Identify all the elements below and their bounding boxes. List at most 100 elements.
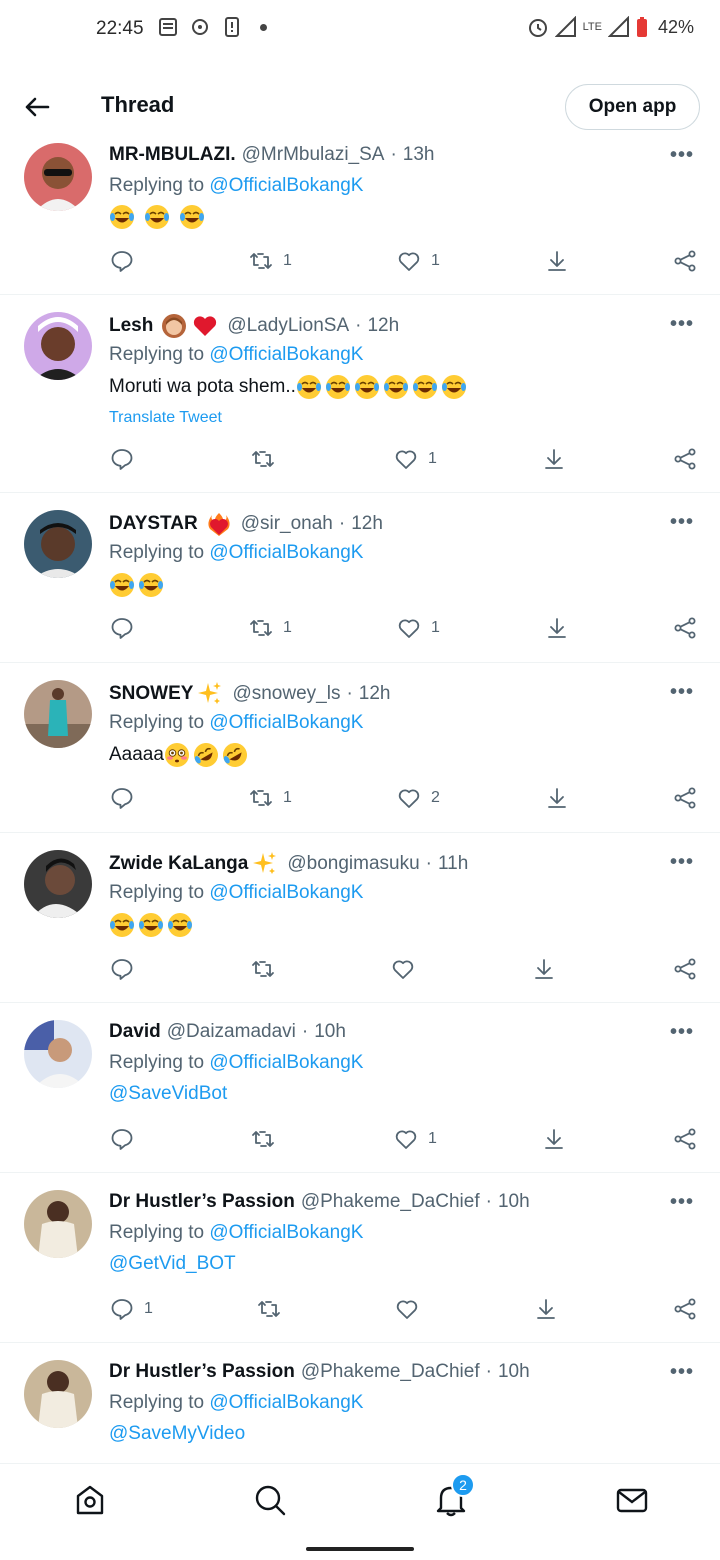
- author-handle[interactable]: @Phakeme_DaChief: [301, 1191, 480, 1213]
- more-options-icon[interactable]: •••: [670, 1021, 694, 1044]
- share-button[interactable]: [673, 447, 697, 471]
- share-button[interactable]: [673, 616, 697, 640]
- replying-mention[interactable]: @OfficialBokangK: [209, 882, 363, 903]
- author-name[interactable]: MR-MBULAZI.: [109, 144, 236, 166]
- replying-mention[interactable]: @OfficialBokangK: [209, 175, 363, 196]
- download-button[interactable]: [532, 957, 556, 981]
- author-handle[interactable]: @bongimasuku: [287, 853, 419, 875]
- timestamp[interactable]: 11h: [438, 853, 468, 875]
- reply-button[interactable]: [110, 447, 144, 471]
- tweet[interactable]: MR-MBULAZI. @MrMbulazi_SA · 13h ••• Replyin…: [0, 138, 720, 295]
- download-button[interactable]: [542, 1127, 566, 1151]
- reply-button[interactable]: [110, 957, 144, 981]
- tweet[interactable]: Zwide KaLanga @bongimasuku · 11h ••• Replyi…: [0, 833, 720, 1003]
- tweet-mention-link[interactable]: @GetVid_BOT: [109, 1253, 236, 1275]
- like-button[interactable]: 1: [397, 249, 440, 273]
- more-options-icon[interactable]: •••: [670, 851, 694, 874]
- avatar[interactable]: [24, 143, 92, 211]
- tweet[interactable]: Dr Hustler’s Passion @Phakeme_DaChief · 10h…: [0, 1173, 720, 1343]
- tweet[interactable]: David @Daizamadavi · 10h ••• Replying to @O…: [0, 1003, 720, 1173]
- tweet-mention-link[interactable]: @SaveVidBot: [109, 1083, 227, 1105]
- download-button[interactable]: [545, 616, 569, 640]
- timestamp[interactable]: 12h: [359, 683, 391, 705]
- retweet-button[interactable]: [251, 1127, 285, 1151]
- download-button[interactable]: [542, 447, 566, 471]
- share-button[interactable]: [673, 786, 697, 810]
- reply-button[interactable]: [110, 249, 144, 273]
- like-button[interactable]: 1: [397, 616, 440, 640]
- download-button[interactable]: [534, 1297, 558, 1321]
- avatar[interactable]: [24, 680, 92, 748]
- author-handle[interactable]: @Daizamadavi: [167, 1021, 296, 1043]
- like-button[interactable]: [395, 1297, 429, 1321]
- author-name[interactable]: Dr Hustler’s Passion: [109, 1361, 295, 1383]
- replying-mention[interactable]: @OfficialBokangK: [209, 1392, 363, 1413]
- timestamp[interactable]: 12h: [367, 315, 399, 337]
- timestamp[interactable]: 10h: [498, 1191, 530, 1213]
- author-handle[interactable]: @sir_onah: [241, 513, 333, 535]
- author-handle[interactable]: @LadyLionSA: [227, 315, 349, 337]
- back-arrow-icon[interactable]: [20, 90, 54, 124]
- tweet[interactable]: DAYSTAR @sir_onah · 12h ••• Replying to @Of…: [0, 493, 720, 663]
- avatar[interactable]: [24, 1190, 92, 1258]
- author-name[interactable]: Dr Hustler’s Passion: [109, 1191, 295, 1213]
- avatar[interactable]: [24, 1360, 92, 1428]
- more-options-icon[interactable]: •••: [670, 144, 694, 167]
- more-options-icon[interactable]: •••: [670, 681, 694, 704]
- download-button[interactable]: [545, 249, 569, 273]
- replying-mention[interactable]: @OfficialBokangK: [209, 712, 363, 733]
- retweet-button[interactable]: [251, 447, 285, 471]
- replying-mention[interactable]: @OfficialBokangK: [209, 542, 363, 563]
- reply-button[interactable]: 1: [110, 1297, 153, 1321]
- author-handle[interactable]: @MrMbulazi_SA: [242, 144, 385, 166]
- more-options-icon[interactable]: •••: [670, 1191, 694, 1214]
- timestamp[interactable]: 10h: [498, 1361, 530, 1383]
- avatar[interactable]: [24, 510, 92, 578]
- reply-button[interactable]: [110, 1127, 144, 1151]
- share-button[interactable]: [673, 957, 697, 981]
- author-handle[interactable]: @Phakeme_DaChief: [301, 1361, 480, 1383]
- avatar[interactable]: [24, 850, 92, 918]
- open-app-button[interactable]: Open app: [565, 84, 700, 130]
- like-button[interactable]: 1: [394, 1127, 437, 1151]
- nav-home[interactable]: [72, 1482, 108, 1518]
- share-button[interactable]: [673, 249, 697, 273]
- more-options-icon[interactable]: •••: [670, 511, 694, 534]
- share-button[interactable]: [673, 1297, 697, 1321]
- nav-search[interactable]: [252, 1482, 288, 1518]
- like-button[interactable]: 1: [394, 447, 437, 471]
- replying-mention[interactable]: @OfficialBokangK: [209, 1052, 363, 1073]
- author-name[interactable]: David: [109, 1021, 161, 1043]
- retweet-button[interactable]: 1: [249, 616, 292, 640]
- more-options-icon[interactable]: •••: [670, 313, 694, 336]
- author-handle[interactable]: @snowey_ls: [232, 683, 340, 705]
- like-button[interactable]: [391, 957, 425, 981]
- reply-button[interactable]: [110, 616, 144, 640]
- reply-button[interactable]: [110, 786, 144, 810]
- more-options-icon[interactable]: •••: [670, 1361, 694, 1384]
- replying-mention[interactable]: @OfficialBokangK: [209, 344, 363, 365]
- download-button[interactable]: [545, 786, 569, 810]
- retweet-button[interactable]: 1: [249, 786, 292, 810]
- avatar[interactable]: [24, 312, 92, 380]
- tweet-mention-link[interactable]: @SaveMyVideo: [109, 1423, 245, 1445]
- tweet[interactable]: Lesh @LadyLionSA · 12h ••• Replying to @Off…: [0, 295, 720, 493]
- retweet-button[interactable]: [257, 1297, 291, 1321]
- timestamp[interactable]: 13h: [403, 144, 435, 166]
- author-name[interactable]: Lesh: [109, 315, 153, 337]
- author-name[interactable]: SNOWEY: [109, 683, 193, 705]
- nav-messages[interactable]: [614, 1482, 650, 1518]
- author-name[interactable]: Zwide KaLanga: [109, 853, 248, 875]
- tweet[interactable]: Dr Hustler’s Passion @Phakeme_DaChief · 10h…: [0, 1343, 720, 1463]
- tweet[interactable]: SNOWEY @snowey_ls · 12h ••• Replying to @Of…: [0, 663, 720, 833]
- retweet-button[interactable]: [251, 957, 285, 981]
- like-button[interactable]: 2: [397, 786, 440, 810]
- translate-tweet-link[interactable]: Translate Tweet: [109, 409, 222, 427]
- timestamp[interactable]: 12h: [351, 513, 383, 535]
- author-name[interactable]: DAYSTAR: [109, 513, 198, 535]
- avatar[interactable]: [24, 1020, 92, 1088]
- timestamp[interactable]: 10h: [314, 1021, 346, 1043]
- replying-mention[interactable]: @OfficialBokangK: [209, 1222, 363, 1243]
- share-button[interactable]: [673, 1127, 697, 1151]
- retweet-button[interactable]: 1: [249, 249, 292, 273]
